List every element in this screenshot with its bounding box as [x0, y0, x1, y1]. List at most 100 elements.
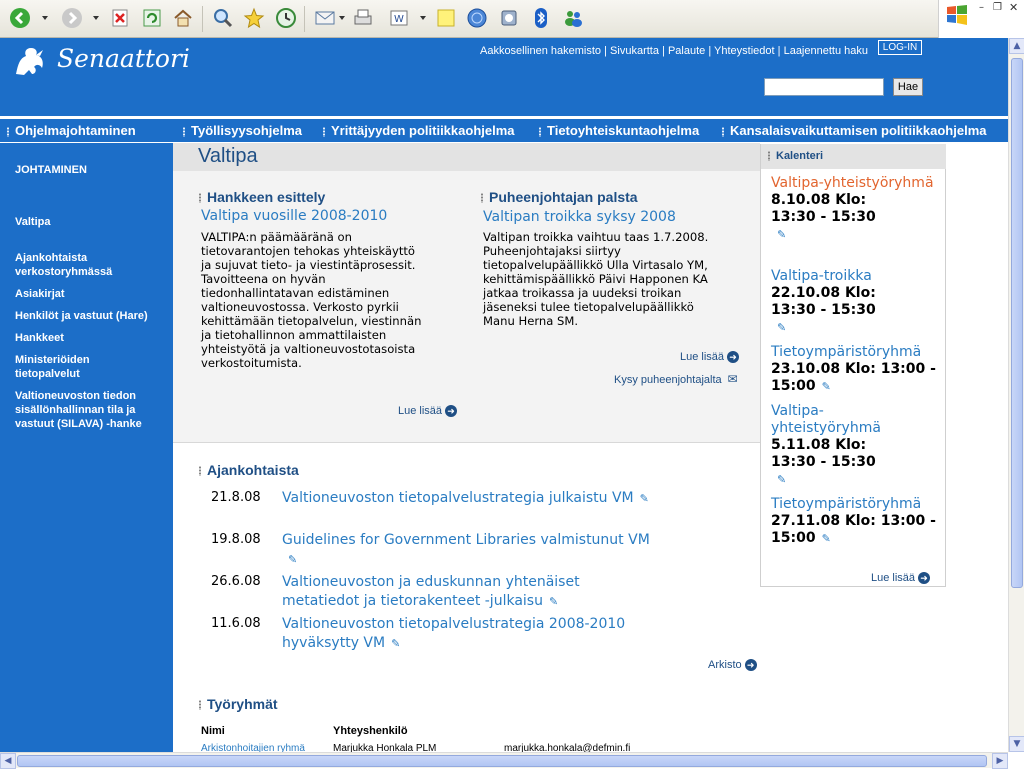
sidebar-item-silava[interactable]: Valtioneuvoston tiedon sisällönhallinnan…: [15, 389, 165, 431]
calendar-item[interactable]: Valtipa-troikka 22.10.08 Klo: 13:30 - 15:…: [771, 268, 941, 336]
project-heading: Hankkeen esittely: [198, 189, 325, 205]
intro-section: Hankkeen esittely Valtipa vuosille 2008-…: [173, 171, 760, 443]
scroll-left-icon[interactable]: ◀: [0, 753, 16, 769]
browser-toolbar: W – ❐ ✕: [0, 0, 1024, 38]
news-date: 19.8.08: [211, 532, 261, 547]
news-item-link[interactable]: Valtioneuvoston tietopalvelustrategia 20…: [282, 615, 677, 653]
chairman-title-link[interactable]: Valtipan troikka syksy 2008: [483, 209, 676, 225]
horizontal-scrollbar[interactable]: ◀ ▶: [0, 752, 1008, 769]
link-sitemap[interactable]: Sivukartta: [610, 45, 659, 57]
stop-icon[interactable]: [108, 6, 132, 30]
sidebar-item-ajankohtaista[interactable]: Ajankohtaista verkostoryhmässä: [15, 251, 135, 279]
envelope-icon: ✉: [727, 372, 738, 386]
messenger-icon[interactable]: [561, 6, 585, 30]
notes-icon[interactable]: [434, 6, 458, 30]
nav-item-tietoyhteiskunta[interactable]: Tietoyhteiskuntaohjelma: [538, 123, 699, 138]
utility-links: Aakkosellinen hakemisto | Sivukartta | P…: [479, 45, 868, 57]
minimize-icon[interactable]: –: [979, 2, 984, 13]
group-email[interactable]: marjukka.honkala@defmin.fi: [504, 743, 630, 752]
back-dropdown-icon[interactable]: [42, 16, 48, 20]
pencil-icon: ✎: [548, 595, 559, 608]
news-item-link[interactable]: Guidelines for Government Libraries valm…: [282, 531, 662, 569]
sidebar-heading: JOHTAMINEN: [15, 164, 87, 176]
arrow-right-icon: ➜: [445, 405, 458, 418]
search-button[interactable]: Hae: [893, 78, 923, 96]
arrow-right-icon: ➜: [744, 659, 757, 672]
pencil-icon: ✎: [777, 321, 787, 334]
media-icon[interactable]: [497, 6, 521, 30]
news-item-link[interactable]: Valtioneuvoston ja eduskunnan yhtenäiset…: [282, 573, 632, 611]
sidebar-item-hankkeet[interactable]: Hankkeet: [15, 331, 165, 345]
calendar-panel: Kalenteri Valtipa-yhteistyöryhmä 8.10.08 …: [760, 144, 946, 587]
favorites-icon[interactable]: [242, 6, 266, 30]
pencil-icon: ✎: [777, 228, 787, 241]
nav-item-tyollisyysohjelma[interactable]: Työllisyysohjelma: [182, 123, 302, 138]
chairman-read-more-link[interactable]: Lue lisää ➜: [680, 351, 740, 364]
mail-dropdown-icon[interactable]: [339, 16, 345, 20]
ask-chairman-link[interactable]: Kysy puheenjohtajalta ✉: [614, 372, 738, 386]
mail-icon[interactable]: [313, 6, 337, 30]
sidebar-item-asiakirjat[interactable]: Asiakirjat: [15, 287, 165, 301]
site-header: Senaattori Aakkosellinen hakemisto | Siv…: [0, 38, 1008, 116]
edit-dropdown-icon[interactable]: [420, 16, 426, 20]
archive-link[interactable]: Arkisto ➜: [708, 659, 757, 672]
link-feedback[interactable]: Palaute: [668, 45, 705, 57]
close-icon[interactable]: ✕: [1009, 1, 1018, 14]
vertical-scrollbar[interactable]: ▲ ▼: [1008, 38, 1024, 752]
calendar-read-more-link[interactable]: Lue lisää ➜: [871, 572, 931, 585]
windows-logo-icon: [947, 5, 967, 25]
svg-text:W: W: [394, 14, 404, 25]
refresh-icon[interactable]: [140, 6, 164, 30]
link-index[interactable]: Aakkosellinen hakemisto: [480, 45, 601, 57]
sidebar-item-valtipa[interactable]: Valtipa: [15, 215, 165, 229]
calendar-heading: Kalenteri: [767, 150, 823, 162]
search-icon[interactable]: [211, 6, 235, 30]
print-icon[interactable]: [351, 6, 375, 30]
arrow-right-icon: ➜: [727, 351, 740, 364]
vertical-scroll-thumb[interactable]: [1011, 58, 1023, 588]
globe-icon[interactable]: [465, 6, 489, 30]
login-button[interactable]: LOG-IN: [878, 40, 922, 55]
scroll-up-icon[interactable]: ▲: [1009, 38, 1024, 54]
pencil-icon: ✎: [639, 492, 649, 505]
back-icon[interactable]: [8, 6, 32, 30]
link-contact[interactable]: Yhteystiedot: [714, 45, 775, 57]
restore-icon[interactable]: ❐: [993, 2, 1002, 13]
window-controls: – ❐ ✕: [938, 0, 1024, 38]
nav-item-kansalaisvaikuttaminen[interactable]: Kansalaisvaikuttamisen politiikkaohjelma: [721, 123, 987, 138]
groups-col-name: Nimi: [201, 725, 225, 737]
history-icon[interactable]: [274, 6, 298, 30]
search-input[interactable]: [764, 78, 884, 96]
lion-crest-icon: [16, 48, 43, 75]
horizontal-scroll-thumb[interactable]: [17, 755, 987, 767]
calendar-item[interactable]: Tietoympäristöryhmä 27.11.08 Klo: 13:00 -…: [771, 496, 941, 547]
chairman-heading: Puheenjohtajan palsta: [480, 189, 638, 205]
forward-dropdown-icon[interactable]: [93, 16, 99, 20]
link-advanced-search[interactable]: Laajennettu haku: [784, 45, 868, 57]
home-icon[interactable]: [171, 6, 195, 30]
groups-heading: Työryhmät: [198, 696, 278, 712]
sidebar-item-henkilot[interactable]: Henkilöt ja vastuut (Hare): [15, 309, 165, 323]
project-title-link[interactable]: Valtipa vuosille 2008-2010: [201, 208, 387, 224]
sidebar-item-ministeriot[interactable]: Ministeriöiden tietopalvelut: [15, 353, 115, 381]
arrow-right-icon: ➜: [918, 572, 931, 585]
pencil-icon: ✎: [821, 380, 831, 393]
edit-icon[interactable]: W: [387, 6, 411, 30]
main-navigation: Ohjelmajohtaminen Työllisyysohjelma Yrit…: [0, 118, 1008, 142]
forward-icon[interactable]: [60, 6, 84, 30]
calendar-item[interactable]: Valtipa-yhteistyöryhmä 8.10.08 Klo: 13:30…: [771, 175, 941, 243]
group-name-link[interactable]: Arkistonhoitajien ryhmä: [201, 743, 305, 752]
project-read-more-link[interactable]: Lue lisää ➜: [398, 405, 458, 418]
nav-item-ohjelmajohtaminen[interactable]: Ohjelmajohtaminen: [6, 123, 136, 138]
news-date: 26.6.08: [211, 574, 261, 589]
page-title-bar: Valtipa: [173, 143, 760, 171]
group-contact: Marjukka Honkala PLM: [333, 743, 437, 752]
scroll-down-icon[interactable]: ▼: [1009, 736, 1024, 752]
news-item-link[interactable]: Valtioneuvoston tietopalvelustrategia ju…: [282, 489, 662, 508]
calendar-item[interactable]: Tietoympäristöryhmä 23.10.08 Klo: 13:00 -…: [771, 344, 941, 395]
scroll-right-icon[interactable]: ▶: [992, 753, 1008, 769]
nav-item-yrittajyys[interactable]: Yrittäjyyden politiikkaohjelma: [322, 123, 515, 138]
calendar-header: Kalenteri: [761, 144, 946, 169]
bluetooth-icon[interactable]: [529, 6, 553, 30]
calendar-item[interactable]: Valtipa-yhteistyöryhmä 5.11.08 Klo: 13:30…: [771, 403, 941, 488]
